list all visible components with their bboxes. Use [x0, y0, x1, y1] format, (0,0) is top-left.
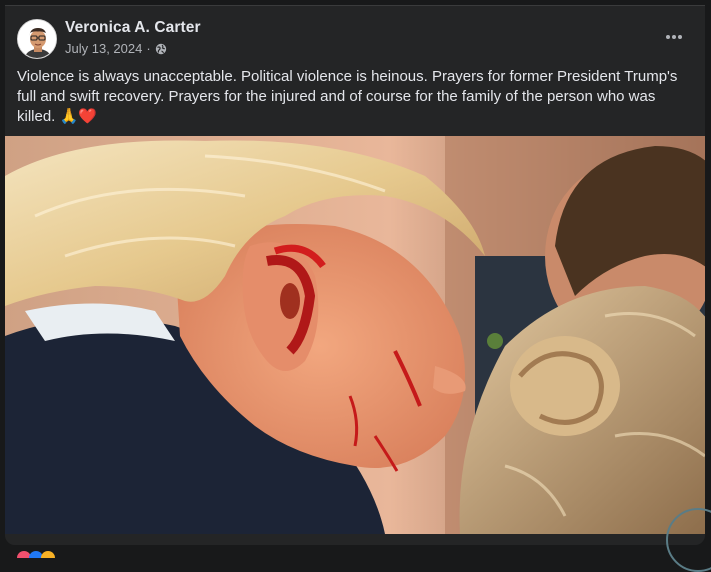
post-caption: Violence is always unacceptable. Politic… — [17, 68, 678, 125]
avatar[interactable] — [17, 19, 57, 59]
post-card: Veronica A. Carter July 13, 2024 · Viole… — [5, 5, 705, 545]
post-footer — [5, 534, 705, 545]
reaction-icons[interactable] — [16, 548, 76, 558]
post-date[interactable]: July 13, 2024 — [65, 41, 142, 56]
avatar-image — [18, 20, 56, 58]
more-options-button[interactable] — [663, 26, 685, 48]
photo-illustration — [5, 136, 705, 534]
more-options-icon — [666, 35, 682, 39]
post-photo[interactable] — [5, 136, 705, 534]
author-name[interactable]: Veronica A. Carter — [65, 19, 201, 37]
post-meta: July 13, 2024 · — [65, 41, 167, 56]
post-header: Veronica A. Carter July 13, 2024 · — [5, 6, 705, 68]
globe-icon — [155, 43, 166, 54]
meta-separator: · — [146, 41, 151, 56]
